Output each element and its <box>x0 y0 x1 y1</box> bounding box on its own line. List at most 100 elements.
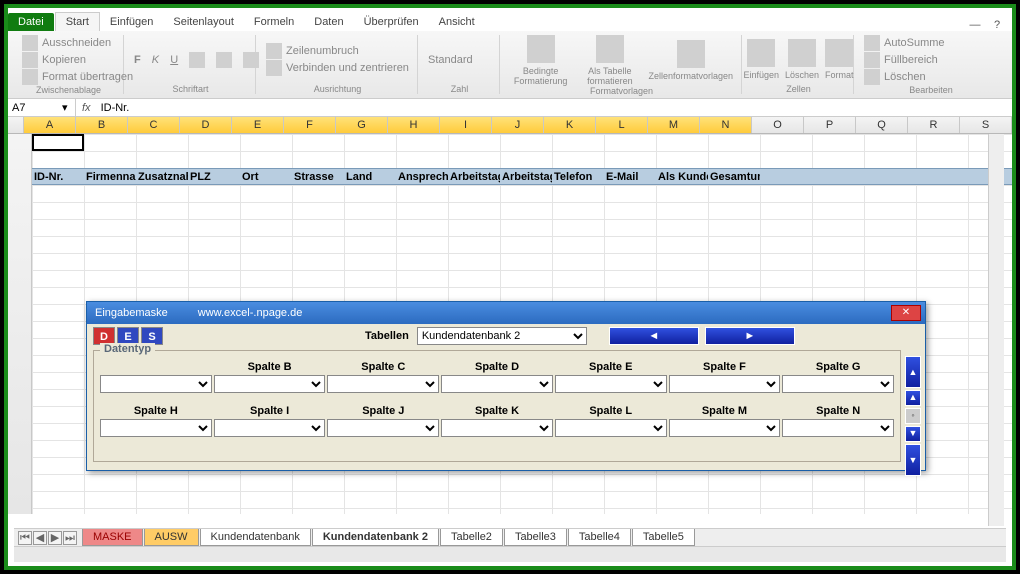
field-select[interactable] <box>327 375 439 393</box>
fill-color-icon[interactable] <box>216 52 232 68</box>
sheet-nav-first[interactable]: ⏮ <box>18 531 32 545</box>
tab-start[interactable]: Start <box>55 12 100 31</box>
sheet-tab[interactable]: MASKE <box>82 529 143 546</box>
file-tab[interactable]: Datei <box>8 13 54 31</box>
column-header[interactable]: G <box>336 117 388 133</box>
spreadsheet-grid[interactable]: ID-Nr.FirmennameZusatznahmePLZOrtStrasse… <box>8 134 1012 514</box>
active-cell[interactable] <box>32 134 84 151</box>
tab-ueberpruefen[interactable]: Überprüfen <box>354 13 429 31</box>
prev-button[interactable]: ◄ <box>609 327 699 345</box>
field-select[interactable] <box>555 419 667 437</box>
field-select[interactable] <box>214 375 326 393</box>
tab-ansicht[interactable]: Ansicht <box>429 13 485 31</box>
group-align: Ausrichtung <box>266 84 409 94</box>
field-select[interactable] <box>214 419 326 437</box>
select-all-corner[interactable] <box>8 117 24 133</box>
column-header[interactable]: S <box>960 117 1012 133</box>
paintbrush-icon[interactable] <box>22 69 38 85</box>
column-header[interactable]: E <box>232 117 284 133</box>
cond-format-icon[interactable] <box>527 35 555 63</box>
tab-seitenlayout[interactable]: Seitenlayout <box>163 13 244 31</box>
tabellen-select[interactable]: Kundendatenbank 2 <box>417 327 587 345</box>
field-select[interactable] <box>100 419 212 437</box>
cut-icon[interactable] <box>22 35 38 51</box>
field-select[interactable] <box>441 419 553 437</box>
field-select[interactable] <box>669 375 781 393</box>
column-header[interactable]: I <box>440 117 492 133</box>
tab-formeln[interactable]: Formeln <box>244 13 304 31</box>
tab-einfuegen[interactable]: Einfügen <box>100 13 163 31</box>
close-button[interactable]: ✕ <box>891 305 921 321</box>
scroll-down-button[interactable]: ▼ <box>905 426 921 442</box>
row-headers[interactable] <box>8 134 32 514</box>
sheet-tab[interactable]: Kundendatenbank 2 <box>312 529 439 546</box>
sheet-tab[interactable]: Tabelle3 <box>504 529 567 546</box>
column-header[interactable]: M <box>648 117 700 133</box>
column-header[interactable]: A <box>24 117 76 133</box>
next-button[interactable]: ► <box>705 327 795 345</box>
column-header[interactable]: F <box>284 117 336 133</box>
formula-value[interactable]: ID-Nr. <box>97 102 134 114</box>
header-cell: Firmenname <box>84 171 136 183</box>
sheet-nav-next[interactable]: ▶ <box>48 531 62 545</box>
scroll-bottom-button[interactable]: ▼ <box>905 444 921 476</box>
align-icon[interactable] <box>266 43 282 59</box>
font-color-icon[interactable] <box>243 52 259 68</box>
field-select[interactable] <box>327 419 439 437</box>
column-header[interactable]: R <box>908 117 960 133</box>
fill-icon[interactable] <box>864 52 880 68</box>
delete-cells-icon[interactable] <box>788 39 816 67</box>
scroll-top-button[interactable]: ▲ <box>905 356 921 388</box>
scroll-mid-button[interactable]: ◦ <box>905 408 921 424</box>
border-icon[interactable] <box>189 52 205 68</box>
scroll-up-button[interactable]: ▲ <box>905 390 921 406</box>
italic-button[interactable]: K <box>152 54 159 66</box>
sheet-tab[interactable]: Tabelle5 <box>632 529 695 546</box>
insert-cells-icon[interactable] <box>747 39 775 67</box>
bold-button[interactable]: F <box>134 54 141 66</box>
sheet-tab[interactable]: Tabelle4 <box>568 529 631 546</box>
column-header[interactable]: K <box>544 117 596 133</box>
clear-icon[interactable] <box>864 69 880 85</box>
column-header[interactable]: J <box>492 117 544 133</box>
name-box[interactable] <box>12 102 62 114</box>
column-header[interactable]: B <box>76 117 128 133</box>
column-header[interactable]: Q <box>856 117 908 133</box>
field-select[interactable] <box>100 375 212 393</box>
copy-icon[interactable] <box>22 52 38 68</box>
dropdown-icon[interactable]: ▾ <box>62 101 68 114</box>
delete-label: Löschen <box>785 70 819 80</box>
field-select[interactable] <box>555 375 667 393</box>
vertical-scrollbar[interactable] <box>988 134 1004 526</box>
column-header[interactable]: C <box>128 117 180 133</box>
column-header[interactable]: H <box>388 117 440 133</box>
autosum-icon[interactable] <box>864 35 880 51</box>
minimize-icon[interactable]: — <box>966 19 984 31</box>
field-label: Spalte I <box>214 405 326 419</box>
dialog-titlebar[interactable]: Eingabemaske www.excel-.npage.de ✕ <box>87 302 925 324</box>
fx-icon[interactable]: fx <box>76 102 97 114</box>
sheet-nav-last[interactable]: ⏭ <box>63 531 77 545</box>
cell-styles-icon[interactable] <box>677 40 705 68</box>
column-header[interactable]: L <box>596 117 648 133</box>
field-select[interactable] <box>441 375 553 393</box>
table-format-icon[interactable] <box>596 35 624 63</box>
help-icon[interactable]: ? <box>988 19 1006 31</box>
column-header[interactable]: D <box>180 117 232 133</box>
merge-icon[interactable] <box>266 60 282 76</box>
format-cells-icon[interactable] <box>825 39 853 67</box>
sheet-tab[interactable]: Kundendatenbank <box>200 529 311 546</box>
field-select[interactable] <box>669 419 781 437</box>
column-header[interactable]: O <box>752 117 804 133</box>
sheet-tab[interactable]: Tabelle2 <box>440 529 503 546</box>
number-format[interactable]: Standard <box>428 54 473 66</box>
underline-button[interactable]: U <box>170 54 178 66</box>
sheet-tab[interactable]: AUSW <box>144 529 199 546</box>
field-select[interactable] <box>782 419 894 437</box>
column-header[interactable]: N <box>700 117 752 133</box>
field-select[interactable] <box>782 375 894 393</box>
tab-daten[interactable]: Daten <box>304 13 353 31</box>
field-label: Spalte M <box>669 405 781 419</box>
sheet-nav-prev[interactable]: ◀ <box>33 531 47 545</box>
column-header[interactable]: P <box>804 117 856 133</box>
